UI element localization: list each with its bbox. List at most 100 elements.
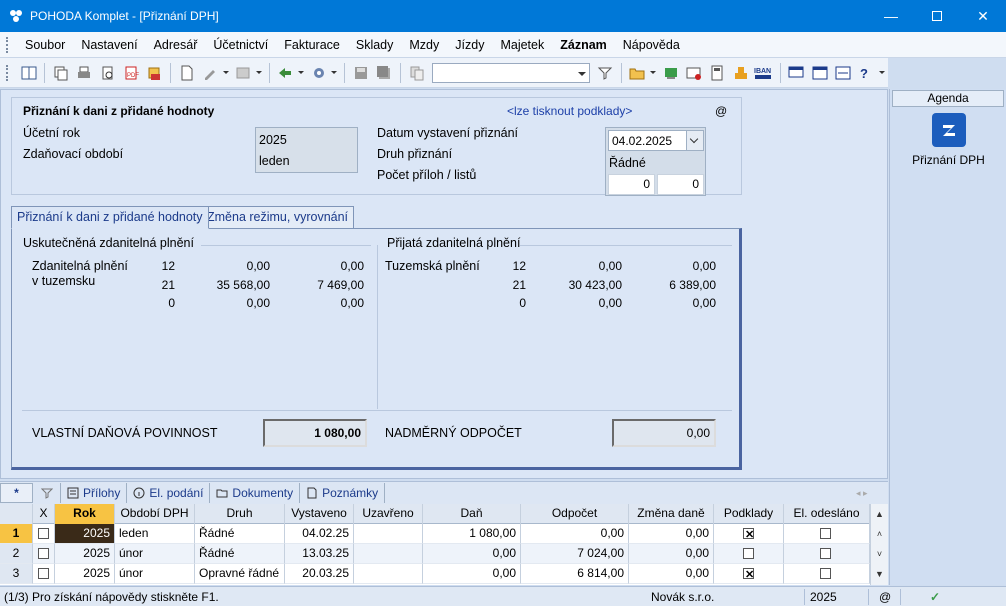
save-all-icon[interactable] [374,62,395,84]
cell-vystaveno[interactable]: 20.03.25 [285,564,354,584]
odeslano-checkbox[interactable] [820,568,831,579]
menu-napoveda[interactable]: Nápověda [615,32,688,58]
cell-odeslano[interactable] [784,564,870,584]
filter-icon[interactable] [595,62,616,84]
cell-obdobi[interactable]: únor [115,544,195,564]
cell-druh[interactable]: Opravné řádné [195,564,285,584]
pdf-icon[interactable]: PDF [120,62,141,84]
col-x[interactable]: X [33,504,55,524]
row-select-cell[interactable] [33,564,55,584]
tab-all[interactable]: * [0,483,33,503]
odeslano-checkbox[interactable] [820,548,831,559]
menu-grip[interactable] [6,36,9,53]
table-scrollbar[interactable]: ▲ ˄ ˅ ▼ [870,504,888,585]
podklady-checkbox[interactable] [743,566,754,583]
cell-rok[interactable]: 2025 [55,544,115,564]
col-vystaveno[interactable]: Vystaveno [285,504,354,524]
podklady-checkbox[interactable] [743,526,754,543]
window-icon[interactable] [809,62,830,84]
print-icon[interactable] [74,62,95,84]
menu-jizdy[interactable]: Jízdy [447,32,492,58]
minimize-icon[interactable]: — [868,0,914,32]
cell-odpocet[interactable]: 0,00 [521,524,629,544]
odeslano-checkbox[interactable] [820,528,831,539]
cell-druh[interactable]: Řádné [195,544,285,564]
cell-podklady[interactable] [714,524,784,544]
card-icon[interactable] [683,62,704,84]
cell-zmena[interactable]: 0,00 [629,524,714,544]
cell-uzavreno[interactable] [354,564,423,584]
cell-podklady[interactable] [714,544,784,564]
row-number[interactable]: 2 [0,544,33,564]
tab-notes[interactable]: Poznámky [300,483,386,503]
split-view-icon[interactable] [18,62,39,84]
row-number[interactable]: 1 [0,524,33,544]
menu-fakturace[interactable]: Fakturace [276,32,348,58]
col-odeslano[interactable]: El. odesláno [784,504,870,524]
table-row[interactable]: 2 2025 únor Řádné 13.03.25 0,00 7 024,00… [0,544,870,564]
col-druh[interactable]: Druh [195,504,285,524]
menu-mzdy[interactable]: Mzdy [401,32,447,58]
table-row[interactable]: 1 2025 leden Řádné 04.02.25 1 080,00 0,0… [0,524,870,544]
cell-druh[interactable]: Řádné [195,524,285,544]
menu-nastaveni[interactable]: Nastavení [73,32,145,58]
print-documents-link[interactable]: <lze tisknout podklady> [507,104,632,118]
filter-tab-icon[interactable] [33,483,61,503]
window-list-icon[interactable] [832,62,853,84]
cell-rok[interactable]: 2025 [55,564,115,584]
scroll-up-icon[interactable]: ˄ [871,524,888,544]
help-icon[interactable]: ? [856,62,877,84]
agenda-item-label[interactable]: Přiznání DPH [890,153,1006,167]
tab-documents[interactable]: Dokumenty [210,483,301,503]
print-preview-icon[interactable] [97,62,118,84]
calculator-icon[interactable] [233,62,254,84]
maximize-icon[interactable] [914,0,960,32]
cell-obdobi[interactable]: leden [115,524,195,544]
col-uzavreno[interactable]: Uzavřeno [354,504,423,524]
calc-icon[interactable] [707,62,728,84]
issue-date-field[interactable]: 04.02.2025 [608,130,704,151]
cell-dan[interactable]: 1 080,00 [423,524,521,544]
new-record-icon[interactable] [176,62,197,84]
date-dropdown-button[interactable] [686,131,703,150]
scroll-last-icon[interactable]: ▼ [871,564,888,584]
menu-sklady[interactable]: Sklady [348,32,402,58]
back-arrow-icon[interactable] [275,62,296,84]
cell-podklady[interactable] [714,564,784,584]
row-select-checkbox[interactable] [38,528,49,539]
print-export-icon[interactable] [144,62,165,84]
duplicate-icon[interactable] [406,62,427,84]
close-icon[interactable]: ✕ [960,0,1006,32]
cell-uzavreno[interactable] [354,544,423,564]
folder-icon[interactable] [627,62,648,84]
settings-gear-icon[interactable] [308,62,329,84]
menu-adresar[interactable]: Adresář [146,32,206,58]
col-rok[interactable]: Rok [55,504,115,524]
table-row[interactable]: 3 2025 únor Opravné řádné 20.03.25 0,00 … [0,564,870,584]
iban-icon[interactable]: IBAN [753,62,774,84]
cell-odpocet[interactable]: 7 024,00 [521,544,629,564]
toolbar-grip[interactable] [6,64,9,81]
col-podklady[interactable]: Podklady [714,504,784,524]
row-select-cell[interactable] [33,524,55,544]
cell-dan[interactable]: 0,00 [423,544,521,564]
scroll-first-icon[interactable]: ▲ [871,504,888,524]
save-icon[interactable] [350,62,371,84]
cell-odeslano[interactable] [784,524,870,544]
cell-odeslano[interactable] [784,544,870,564]
row-select-cell[interactable] [33,544,55,564]
cell-zmena[interactable]: 0,00 [629,564,714,584]
col-dan[interactable]: Daň [423,504,521,524]
cell-odpocet[interactable]: 6 814,00 [521,564,629,584]
row-select-checkbox[interactable] [38,568,49,579]
row-number[interactable]: 3 [0,564,33,584]
tab-e-filing[interactable]: El. podání [127,483,211,503]
cell-uzavreno[interactable] [354,524,423,544]
vat-return-agenda-icon[interactable] [932,113,966,147]
tab-regime-change[interactable]: Změna režimu, vyrovnání [201,206,355,228]
cell-vystaveno[interactable]: 13.03.25 [285,544,354,564]
money-icon[interactable] [660,62,681,84]
cell-obdobi[interactable]: únor [115,564,195,584]
col-odpocet[interactable]: Odpočet [521,504,629,524]
cell-zmena[interactable]: 0,00 [629,544,714,564]
